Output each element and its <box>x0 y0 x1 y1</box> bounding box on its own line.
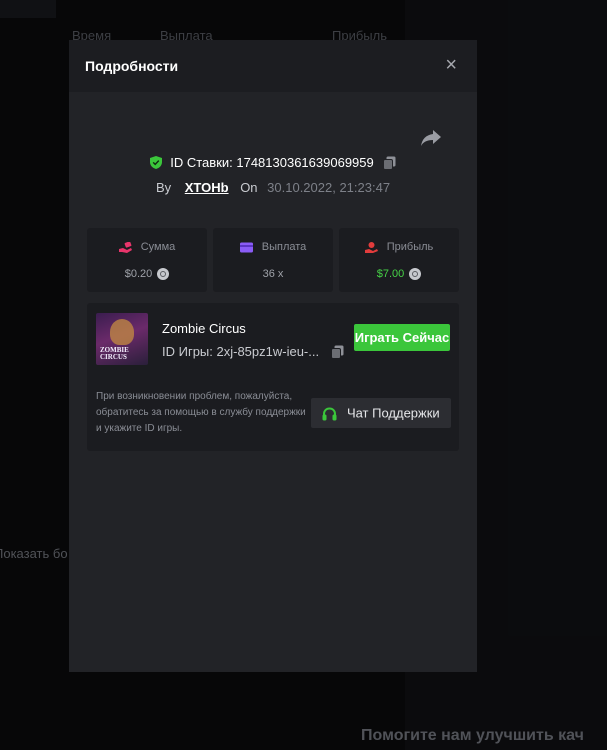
bet-datetime: 30.10.2022, 21:23:47 <box>267 180 391 195</box>
bet-id: ID Ставки: 1748130361639069959 <box>170 155 374 171</box>
profit-hand-icon <box>364 241 378 253</box>
bet-author-row: By XTOHb On 30.10.2022, 21:23:47 <box>69 180 477 195</box>
stat-value-profit-row: $7.00 <box>339 268 459 281</box>
close-icon[interactable]: × <box>445 55 457 75</box>
stat-value-payout: 36 x <box>262 268 284 281</box>
headset-icon <box>322 407 337 421</box>
stat-label-profit-row: Прибыль <box>339 241 459 253</box>
card-icon <box>239 242 253 253</box>
money-hand-icon <box>118 241 132 253</box>
stat-value-amount-row: $0.20 <box>87 268 207 281</box>
game-id-row: ID Игры: 2xj-85pz1w-ieu-... <box>162 343 344 359</box>
bet-details-modal: Подробности × ID Ставки: 174813036163906… <box>69 40 477 672</box>
stat-label-payout-row: Выплата <box>213 241 333 253</box>
stat-label-amount: Сумма <box>140 241 176 254</box>
username-link[interactable]: XTOHb <box>185 180 229 195</box>
stat-card-profit: Прибыль $7.00 <box>339 228 459 292</box>
support-chat-label: Чат Поддержки <box>346 405 440 421</box>
share-icon[interactable] <box>419 128 443 148</box>
game-thumbnail[interactable]: ZOMBIE CIRCUS <box>96 313 148 365</box>
thumbnail-title: ZOMBIE CIRCUS <box>100 347 129 361</box>
modal-title: Подробности <box>85 58 179 74</box>
thumbnail-title-line-2: CIRCUS <box>100 353 127 361</box>
game-info-box: ZOMBIE CIRCUS Zombie Circus ID Игры: 2xj… <box>87 303 459 451</box>
stat-label-payout: Выплата <box>261 241 307 254</box>
stat-label-amount-row: Сумма <box>87 241 207 253</box>
by-label: By <box>155 180 172 195</box>
support-help-text: При возникновении проблем, пожалуйста, о… <box>96 391 306 434</box>
game-name: Zombie Circus <box>162 321 246 336</box>
stat-card-amount: Сумма $0.20 <box>87 228 207 292</box>
coin-icon <box>157 268 170 281</box>
thumbnail-figure <box>110 319 134 345</box>
copy-game-id-icon[interactable] <box>330 345 344 359</box>
stat-card-payout: Выплата 36 x <box>213 228 333 292</box>
support-chat-button[interactable]: Чат Поддержки <box>311 398 451 428</box>
stat-value-profit: $7.00 <box>376 268 405 281</box>
on-label: On <box>240 180 258 195</box>
shield-check-icon <box>149 156 162 170</box>
play-now-button[interactable]: Играть Сейчас <box>354 324 450 351</box>
stat-label-profit: Прибыль <box>386 241 434 254</box>
game-id: ID Игры: 2xj-85pz1w-ieu-... <box>162 344 320 360</box>
stat-value-amount: $0.20 <box>124 268 153 281</box>
copy-bet-id-icon[interactable] <box>383 156 396 170</box>
modal-header: Подробности × <box>69 40 477 92</box>
coin-icon <box>409 268 422 281</box>
stat-value-payout-row: 36 x <box>213 268 333 280</box>
bet-id-row: ID Ставки: 1748130361639069959 <box>69 154 477 170</box>
